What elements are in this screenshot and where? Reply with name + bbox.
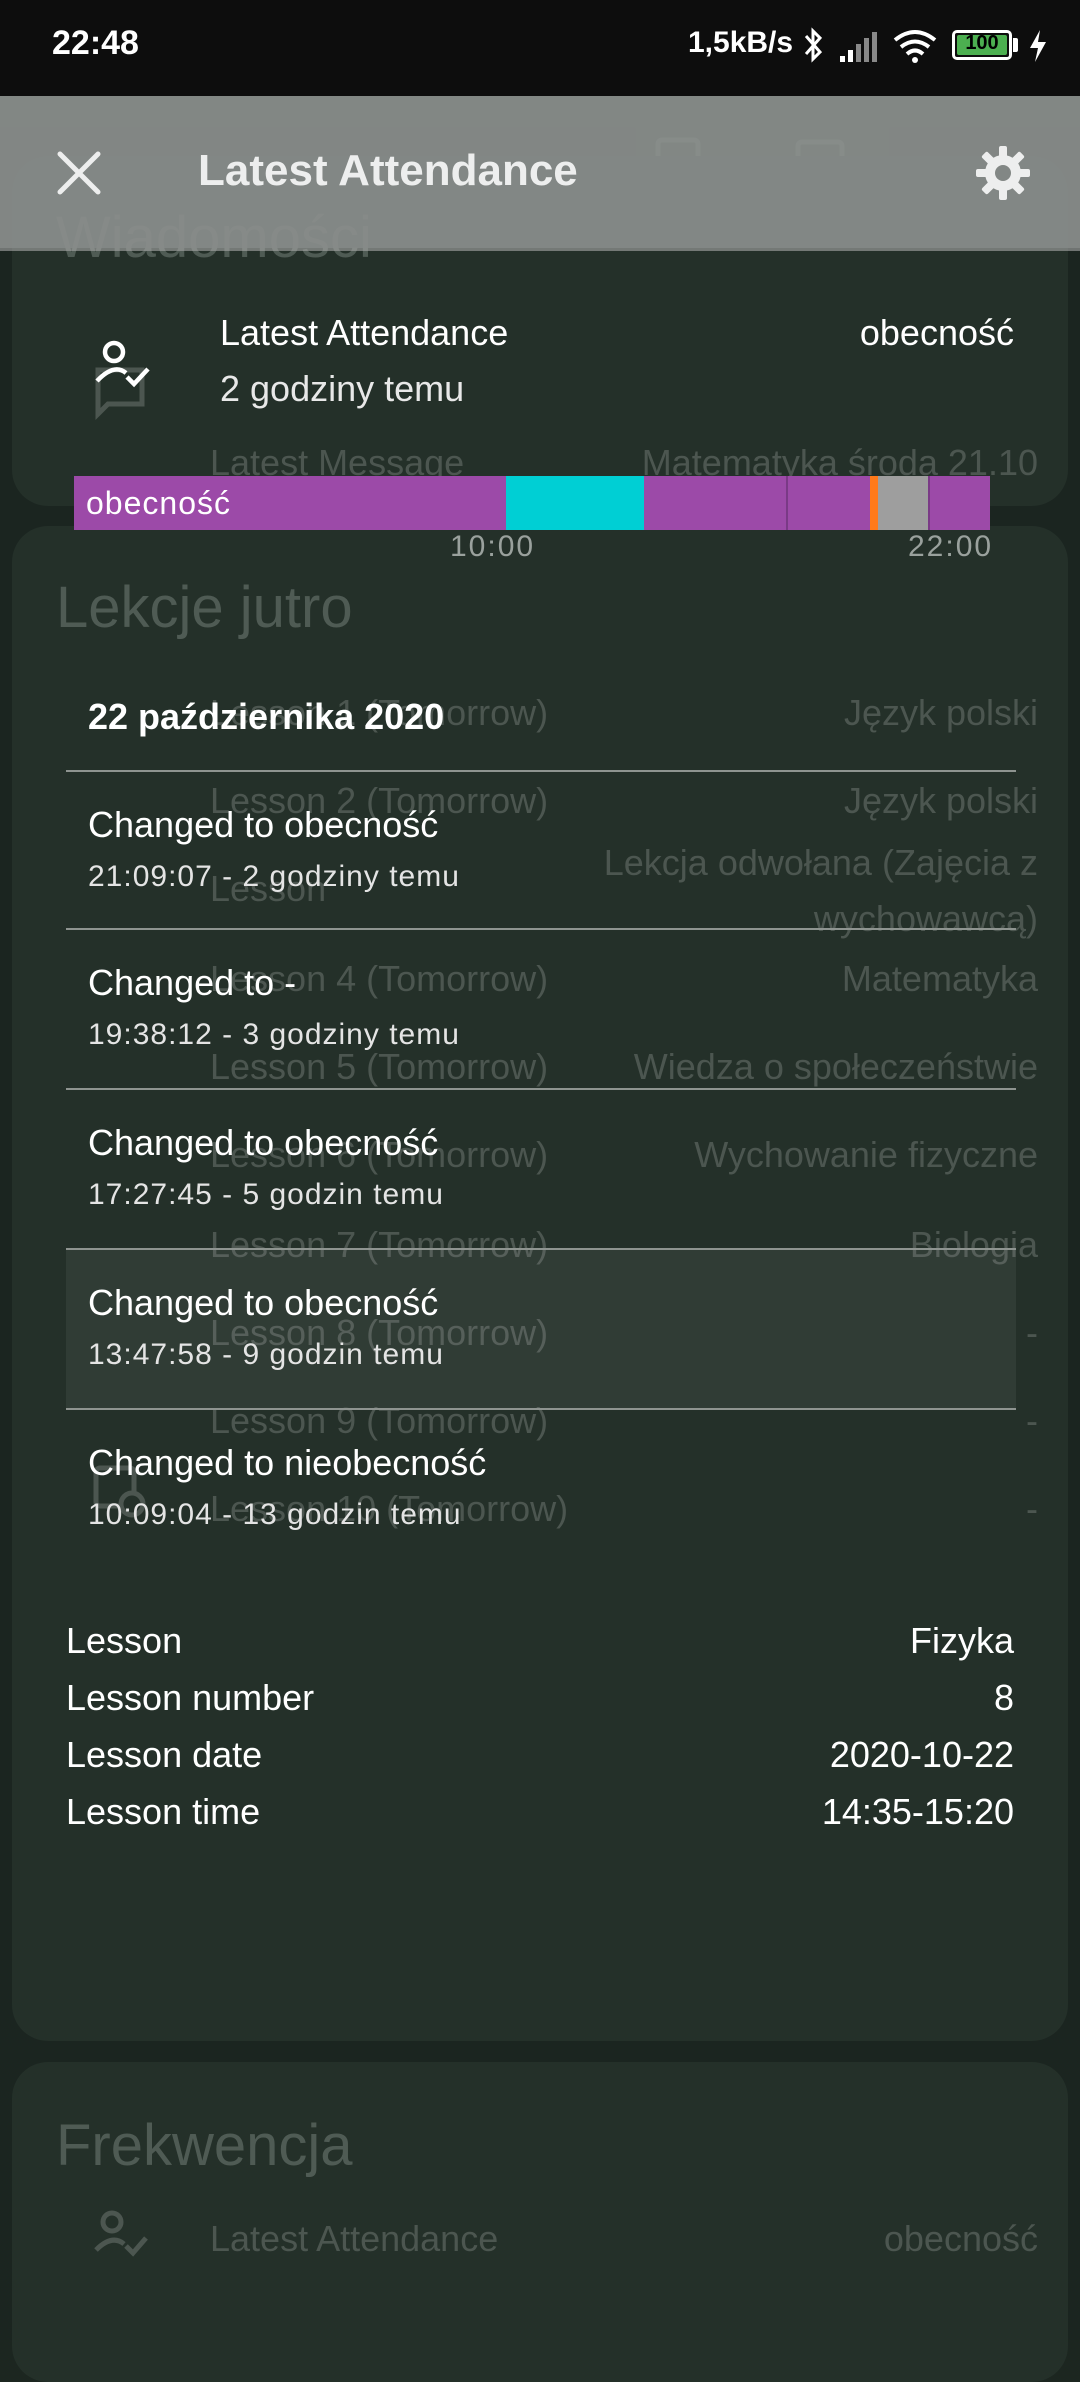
history-item-time: 21:09:07 - 2 godziny temu: [88, 860, 460, 893]
timeline-tick-start: 10:00: [450, 530, 536, 563]
status-bar: 22:48 1,5kB/s 100: [0, 0, 1080, 96]
history-item-time: 17:27:45 - 5 godzin temu: [88, 1178, 444, 1211]
attendance-icon: [94, 2210, 148, 2257]
lesson-label: Lesson: [66, 1620, 183, 1661]
lesson-number-label: Lesson number: [66, 1677, 315, 1718]
status-time: 22:48: [52, 24, 139, 62]
close-icon[interactable]: [52, 146, 106, 200]
detail-type: obecność: [859, 312, 1014, 353]
history-item[interactable]: Changed to nieobecność 10:09:04 - 13 god…: [66, 1408, 1016, 1568]
history-item-title: Changed to nieobecność: [88, 1442, 487, 1483]
signal-icon: [840, 32, 877, 62]
battery-icon: 100: [952, 30, 1012, 60]
timeline-segment-orange: [870, 476, 878, 530]
lessons-card-title: Lekcje jutro: [56, 575, 353, 640]
bluetooth-icon: [804, 27, 823, 63]
wifi-icon: [893, 30, 937, 63]
history-item[interactable]: Changed to obecność 21:09:07 - 2 godziny…: [66, 770, 1016, 930]
timeline-label: obecność: [86, 485, 231, 521]
lesson-time-label: Lesson time: [66, 1791, 261, 1832]
history-item-time: 19:38:12 - 3 godziny temu: [88, 1018, 460, 1051]
attendance-card-title: Frekwencja: [56, 2113, 353, 2178]
history-item-title: Changed to obecność: [88, 804, 439, 845]
history-item[interactable]: Changed to obecność 13:47:58 - 9 godzin …: [66, 1248, 1016, 1408]
timeline-segment-gray: [878, 476, 928, 530]
lesson-date-value: 2020-10-22: [829, 1734, 1014, 1775]
lesson-8-value: -: [1026, 1312, 1038, 1353]
lesson-number-value: 8: [993, 1677, 1014, 1718]
history-item[interactable]: Changed to obecność 17:27:45 - 5 godzin …: [66, 1088, 1016, 1248]
latest-attendance-label: Latest Attendance: [210, 2218, 499, 2259]
history-date: 22 października 2020: [88, 696, 445, 737]
timeline-tick-end: 22:00: [908, 530, 994, 563]
timeline-segment-present-4: [928, 476, 990, 530]
lesson-time-value: 14:35-15:20: [821, 1791, 1014, 1832]
timeline-segment-present-3: [786, 476, 872, 530]
lesson-date-label: Lesson date: [66, 1734, 263, 1775]
lesson-10-value: -: [1026, 1488, 1038, 1529]
gear-icon[interactable]: [974, 144, 1032, 202]
history-item[interactable]: Changed to - 19:38:12 - 3 godziny temu: [66, 928, 1016, 1088]
network-speed: 1,5kB/s: [688, 26, 794, 59]
timeline-segment-cyan: [506, 476, 644, 530]
attendance-icon: [95, 340, 150, 388]
history-item-title: Changed to -: [88, 962, 297, 1003]
charging-icon: [1030, 30, 1046, 62]
timeline-segment-present-2: [644, 476, 786, 530]
battery-level: 100: [965, 32, 999, 54]
detail-relative-time: 2 godziny temu: [220, 368, 465, 409]
lesson-value: Fizyka: [909, 1620, 1014, 1661]
history-item-time: 10:09:04 - 13 godzin temu: [88, 1498, 462, 1531]
history-item-time: 13:47:58 - 9 godzin temu: [88, 1338, 444, 1371]
latest-attendance-value: obecność: [883, 2218, 1038, 2259]
attendance-timeline: obecność: [74, 476, 990, 530]
history-item-title: Changed to obecność: [88, 1122, 439, 1163]
history-item-title: Changed to obecność: [88, 1282, 439, 1323]
top-app-bar: Latest Attendance: [0, 96, 1080, 248]
detail-title: Latest Attendance: [220, 312, 509, 353]
page-title: Latest Attendance: [198, 146, 578, 195]
lesson-9-value: -: [1026, 1400, 1038, 1441]
lesson-1-value: Język polski: [843, 692, 1038, 733]
attendance-card[interactable]: Frekwencja Latest Attendance obecność: [12, 2062, 1068, 2382]
